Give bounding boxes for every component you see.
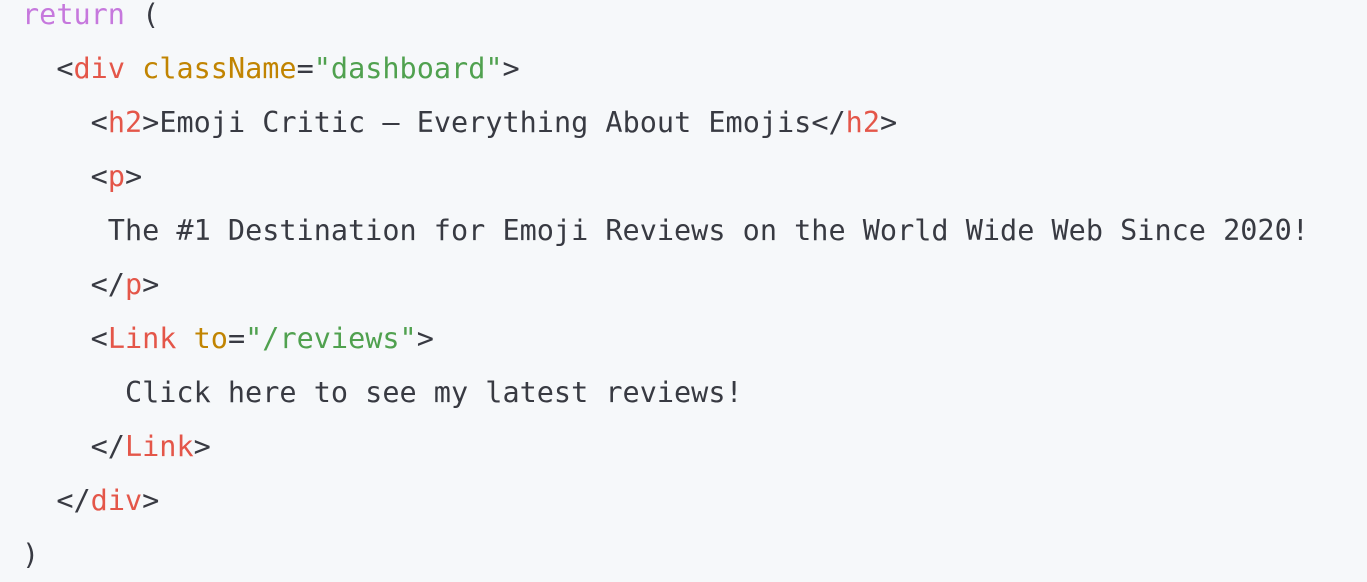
return-keyword: return <box>22 0 125 31</box>
h2-open-tag-name: h2 <box>107 106 143 139</box>
code-block: return ( <div className="dashboard"> <h2… <box>0 0 1367 577</box>
div-close-tag-name: div <box>90 484 143 517</box>
code-line-p-close: </p> <box>90 268 160 301</box>
p-text: The #1 Destination for Emoji Reviews on … <box>107 214 1309 247</box>
code-line-return: return ( <box>22 0 159 42</box>
link-close-tag-name: Link <box>124 430 194 463</box>
to-attribute: to <box>193 322 228 355</box>
link-open-tag-name: Link <box>107 322 177 355</box>
code-line-p-open: <p> <box>90 160 143 193</box>
code-line-link-close: </Link> <box>90 430 211 463</box>
open-paren: ( <box>142 0 160 31</box>
code-line-div-close: </div> <box>56 484 160 517</box>
link-text: Click here to see my latest reviews! <box>124 376 743 409</box>
p-close-tag-name: p <box>124 268 143 301</box>
h2-close-tag-name: h2 <box>845 106 880 139</box>
code-line-h2: <h2>Emoji Critic — Everything About Emoj… <box>90 106 898 139</box>
h2-text: Emoji Critic — Everything About Emojis <box>159 106 812 139</box>
code-line-link-open: <Link to="/reviews"> <box>90 322 434 355</box>
code-line-p-text: The #1 Destination for Emoji Reviews on … <box>22 204 1309 258</box>
code-line-div-open: <div className="dashboard"> <box>56 52 520 85</box>
code-line-close-paren: ) <box>22 528 39 582</box>
classname-value: "dashboard" <box>313 52 503 85</box>
code-line-link-text: Click here to see my latest reviews! <box>22 366 743 420</box>
to-value: "/reviews" <box>245 322 417 355</box>
close-paren: ) <box>22 538 40 571</box>
classname-attribute: className <box>142 52 297 85</box>
p-open-tag-name: p <box>107 160 125 193</box>
div-tag-name: div <box>73 52 125 85</box>
